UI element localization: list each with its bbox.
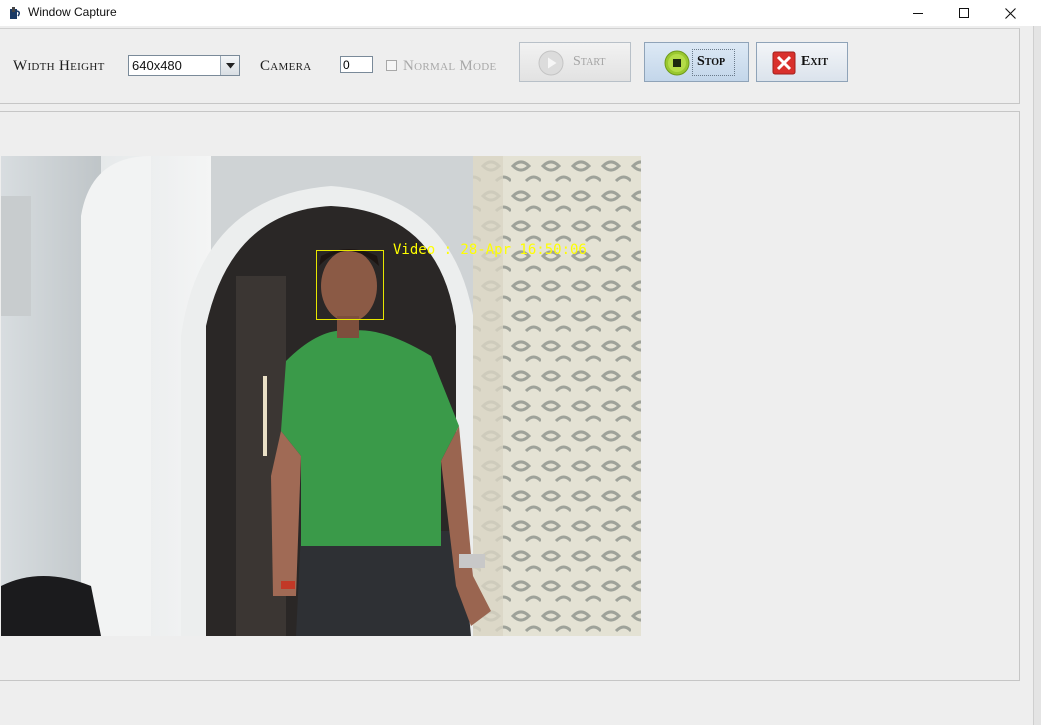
toolbar-panel: Width Height 640x480 Camera Normal Mode … <box>0 28 1020 104</box>
normal-mode-checkbox[interactable] <box>386 60 397 71</box>
close-icon <box>1004 7 1016 19</box>
exit-button[interactable]: Exit <box>756 42 848 82</box>
maximize-button[interactable] <box>941 0 987 26</box>
face-detection-box <box>316 250 384 320</box>
camera-feed: Video : 28-Apr 16:50:06 <box>1 156 641 636</box>
start-button[interactable]: Start <box>519 42 631 82</box>
window-title: Window Capture <box>28 5 117 19</box>
background-window-edge <box>1033 26 1041 725</box>
camera-index-input[interactable] <box>340 56 373 73</box>
resolution-dropdown[interactable]: 640x480 <box>128 55 240 76</box>
minimize-icon <box>913 13 923 14</box>
java-app-icon <box>9 6 22 20</box>
start-label: Start <box>573 54 606 69</box>
exit-label: Exit <box>801 54 829 69</box>
stop-button[interactable]: Stop <box>644 42 749 82</box>
resolution-value: 640x480 <box>132 58 182 73</box>
normal-mode-label: Normal Mode <box>403 58 497 74</box>
video-timestamp-overlay: Video : 28-Apr 16:50:06 <box>393 242 587 258</box>
close-button[interactable] <box>987 0 1033 26</box>
stop-icon <box>664 50 690 76</box>
maximize-icon <box>959 8 969 18</box>
play-icon <box>538 50 564 76</box>
stop-label: Stop <box>697 54 726 69</box>
minimize-button[interactable] <box>895 0 941 26</box>
title-bar: Window Capture <box>0 0 1041 26</box>
close-x-icon <box>772 51 796 75</box>
video-panel: Video : 28-Apr 16:50:06 <box>0 111 1020 681</box>
camera-label: Camera <box>260 58 312 74</box>
width-height-label: Width Height <box>13 58 105 74</box>
dropdown-arrow[interactable] <box>220 56 239 75</box>
chevron-down-icon <box>225 62 235 68</box>
camera-frame-image <box>1 156 641 636</box>
